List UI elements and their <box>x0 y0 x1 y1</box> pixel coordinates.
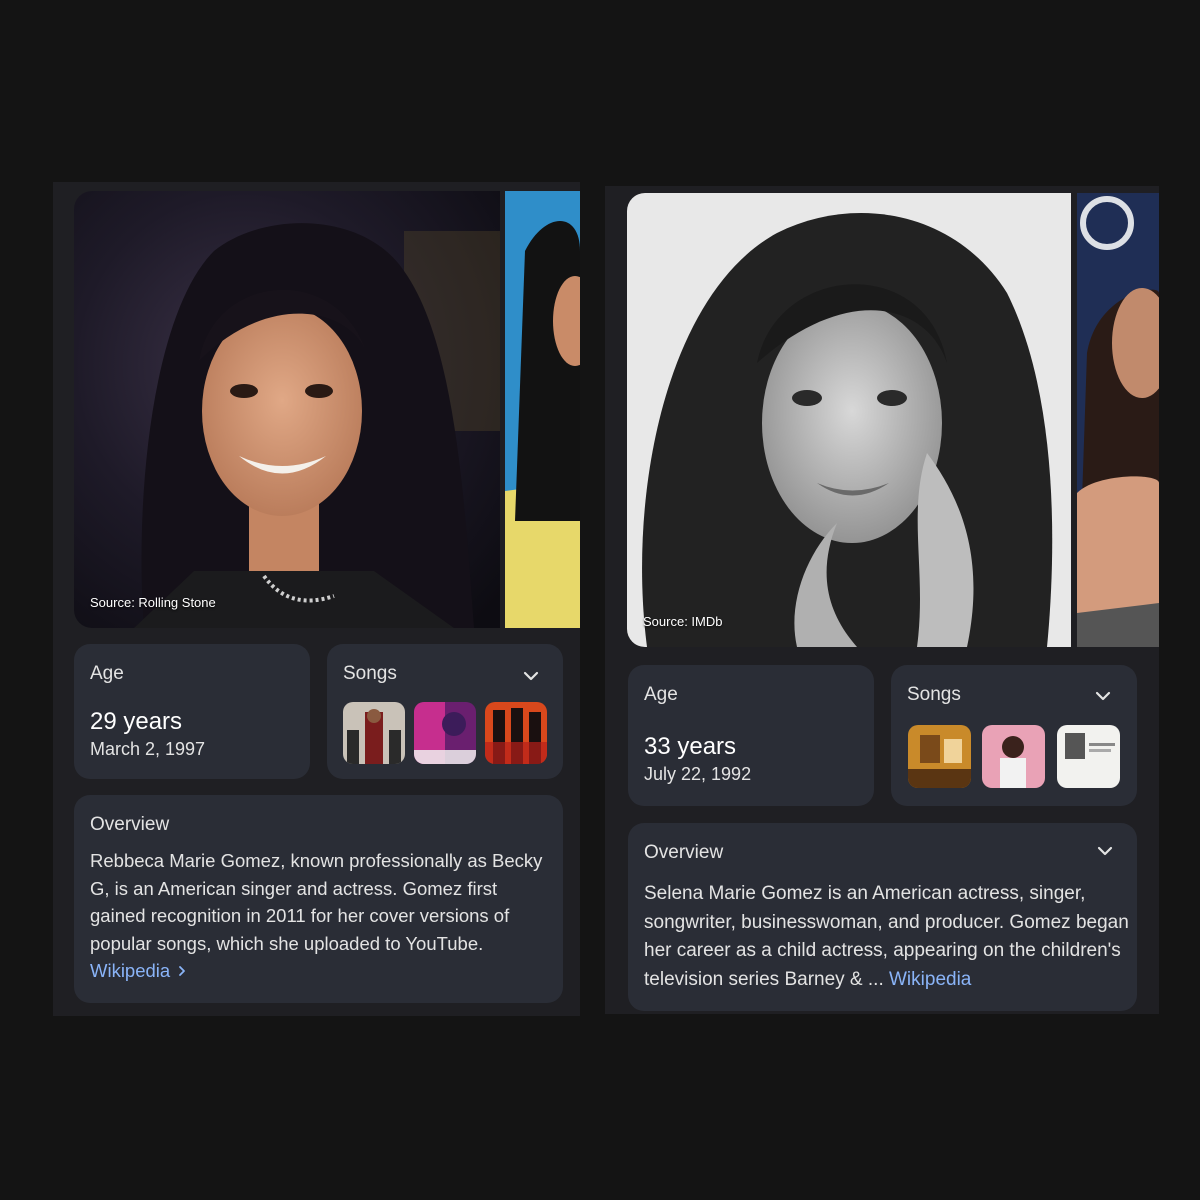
birth-date: July 22, 1992 <box>644 764 752 784</box>
right-knowledge-panel: Source: IMDb Age 33 years July 22, 1992 … <box>605 186 1159 1014</box>
song-thumbnail-3[interactable] <box>1057 725 1120 788</box>
portrait-image <box>74 191 500 628</box>
songs-card[interactable]: Songs <box>327 644 563 779</box>
becky-g-main-photo[interactable]: Source: Rolling Stone <box>74 191 500 628</box>
song-thumbnail-1[interactable] <box>343 702 405 764</box>
selena-gomez-main-photo[interactable]: Source: IMDb <box>627 193 1071 647</box>
overview-card[interactable]: Overview Rebbeca Marie Gomez, known prof… <box>74 795 563 1003</box>
songs-label: Songs <box>343 663 397 684</box>
overview-text: Selena Marie Gomez is an American actres… <box>644 880 1129 994</box>
overview-description: Rebbeca Marie Gomez, known professionall… <box>90 850 543 954</box>
wikipedia-link[interactable]: Wikipedia <box>90 960 170 981</box>
portrait-image <box>627 193 1071 647</box>
chevron-down-icon[interactable] <box>1092 685 1114 707</box>
overview-text: Rebbeca Marie Gomez, known professionall… <box>90 847 550 985</box>
age-card[interactable]: Age 33 years July 22, 1992 <box>628 665 874 806</box>
photo-source-caption: Source: IMDb <box>643 614 723 629</box>
age-value: 29 years <box>90 708 183 735</box>
chevron-down-icon[interactable] <box>520 665 542 687</box>
selena-gomez-secondary-photo[interactable] <box>1077 193 1159 647</box>
photo-source-caption: Source: Rolling Stone <box>90 595 216 610</box>
chevron-down-icon[interactable] <box>1094 840 1116 862</box>
song-thumbnail-1[interactable] <box>908 725 971 788</box>
becky-g-secondary-photo[interactable] <box>505 191 580 628</box>
song-thumbnail-2[interactable] <box>982 725 1045 788</box>
age-card[interactable]: Age 29 years March 2, 1997 <box>74 644 310 779</box>
overview-label: Overview <box>644 842 724 863</box>
left-knowledge-panel: Source: Rolling Stone Age 29 years March… <box>53 182 580 1016</box>
songs-label: Songs <box>907 684 961 705</box>
wikipedia-link[interactable]: Wikipedia <box>889 969 971 990</box>
songs-card[interactable]: Songs <box>891 665 1137 806</box>
song-thumbnail-3[interactable] <box>485 702 547 764</box>
age-value: 33 years <box>644 733 737 760</box>
age-label: Age <box>644 684 678 705</box>
overview-card[interactable]: Overview Selena Marie Gomez is an Americ… <box>628 823 1137 1011</box>
chevron-right-icon[interactable] <box>175 964 189 978</box>
overview-label: Overview <box>90 814 170 835</box>
secondary-portrait-image <box>1077 193 1159 647</box>
birth-date: March 2, 1997 <box>90 739 206 759</box>
overview-description: Selena Marie Gomez is an American actres… <box>644 883 1129 990</box>
secondary-portrait-image <box>505 191 580 628</box>
age-label: Age <box>90 663 124 684</box>
song-thumbnail-2[interactable] <box>414 702 476 764</box>
